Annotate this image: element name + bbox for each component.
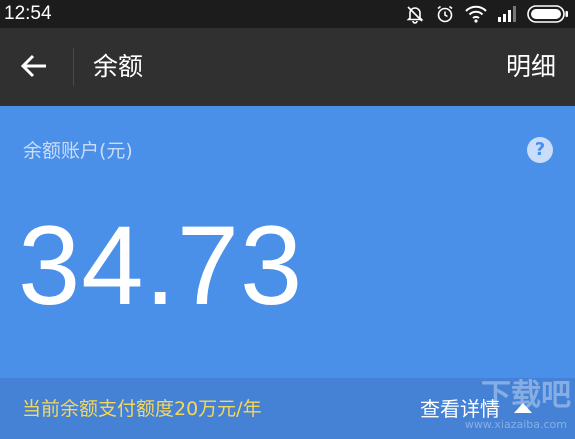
status-time: 12:54	[4, 3, 52, 24]
view-details-button[interactable]: 查看详情	[420, 395, 534, 423]
back-button[interactable]	[14, 50, 54, 86]
detail-button[interactable]: 明细	[506, 50, 556, 84]
signal-icon	[497, 6, 517, 22]
account-label: 余额账户(元)	[23, 140, 133, 162]
status-bar: 12:54	[0, 0, 575, 28]
status-icons	[405, 3, 569, 25]
payment-limit-text: 当前余额支付额度20万元/年	[22, 398, 262, 420]
triangle-up-icon	[512, 400, 534, 419]
balance-card: 余额账户(元) ? 34.73	[0, 106, 575, 378]
arrow-left-icon	[20, 54, 48, 82]
balance-amount: 34.73	[18, 203, 304, 328]
view-details-label: 查看详情	[420, 397, 500, 421]
battery-icon	[527, 5, 569, 23]
wifi-icon	[465, 5, 487, 23]
alarm-off-icon	[405, 4, 425, 24]
footer-strip: 当前余额支付额度20万元/年 查看详情 下载吧 www.xiazaiba.com	[0, 378, 575, 439]
page-title: 余额	[93, 52, 144, 81]
title-divider	[73, 48, 74, 86]
question-icon[interactable]: ?	[527, 137, 553, 163]
action-bar: 余额 明细	[0, 28, 575, 106]
balance-screen: 12:54 余额 明细 余额账户(元) ? 34.73 当前余额支付额度20万元…	[0, 0, 575, 439]
alarm-clock-icon	[435, 4, 455, 24]
